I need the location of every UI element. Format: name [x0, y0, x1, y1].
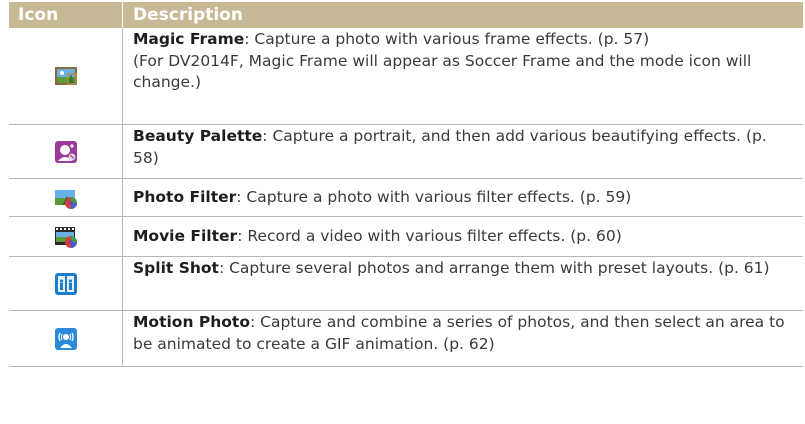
table-row: Motion Photo: Capture and combine a seri… [9, 311, 803, 367]
motion-photo-icon [54, 327, 77, 350]
description-cell: Beauty Palette: Capture a portrait, and … [123, 125, 803, 178]
description-cell: Motion Photo: Capture and combine a seri… [123, 311, 803, 366]
description-cell: Photo Filter: Capture a photo with vario… [123, 179, 803, 216]
header-icon-column: Icon [9, 2, 123, 28]
mode-note: (For DV2014F, Magic Frame will appear as… [133, 51, 752, 92]
mode-name: Split Shot [133, 259, 219, 277]
mode-name: Beauty Palette [133, 127, 263, 145]
icon-cell [9, 28, 123, 124]
mode-name: Motion Photo [133, 313, 250, 331]
mode-icon-table: Icon Description Magic Frame: Capture a … [9, 2, 803, 367]
icon-cell [9, 311, 123, 366]
icon-cell [9, 217, 123, 256]
icon-cell [9, 257, 123, 310]
mode-description: : Capture several photos and arrange the… [218, 259, 770, 277]
mode-name: Photo Filter [133, 187, 237, 206]
photo-filter-icon [54, 189, 77, 209]
mode-name: Movie Filter [133, 226, 238, 245]
table-header: Icon Description [9, 2, 803, 28]
mode-description: : Capture a photo with various frame eff… [244, 30, 650, 48]
magic-frame-icon [54, 67, 77, 85]
description-cell: Split Shot: Capture several photos and a… [123, 257, 803, 310]
icon-cell [9, 125, 123, 178]
icon-cell [9, 179, 123, 216]
mode-description: : Record a video with various filter eff… [237, 226, 622, 245]
table-row: Beauty Palette: Capture a portrait, and … [9, 125, 803, 179]
table-row: Split Shot: Capture several photos and a… [9, 257, 803, 311]
split-shot-icon [54, 272, 77, 295]
description-cell: Magic Frame: Capture a photo with variou… [123, 28, 803, 124]
mode-name: Magic Frame [133, 30, 245, 48]
table-row: Magic Frame: Capture a photo with variou… [9, 28, 803, 125]
beauty-palette-icon [54, 140, 77, 163]
table-row: Photo Filter: Capture a photo with vario… [9, 179, 803, 217]
description-cell: Movie Filter: Record a video with variou… [123, 217, 803, 256]
mode-description: : Capture a photo with various filter ef… [236, 187, 632, 206]
movie-filter-icon [54, 226, 77, 248]
table-row: Movie Filter: Record a video with variou… [9, 217, 803, 257]
header-description-column: Description [133, 5, 243, 25]
